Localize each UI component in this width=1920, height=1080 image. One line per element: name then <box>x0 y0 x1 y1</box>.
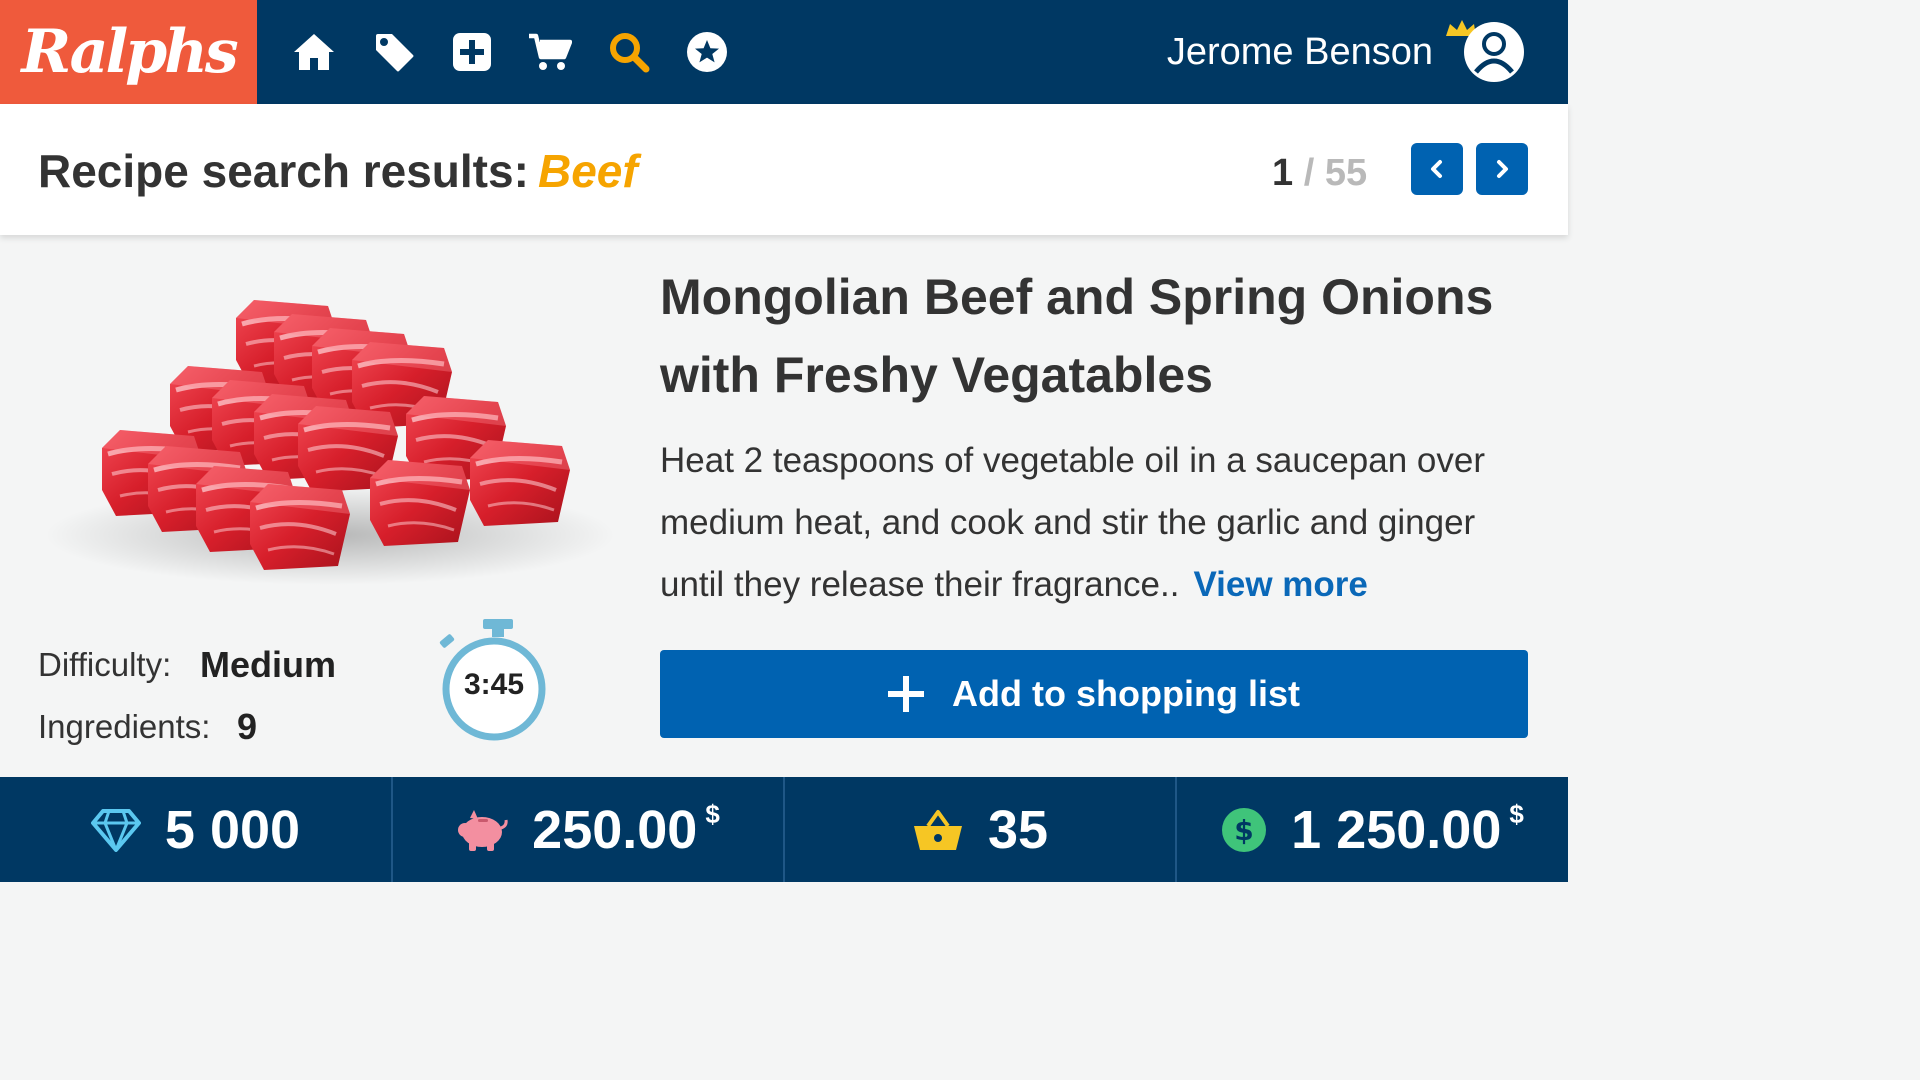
add-icon[interactable] <box>450 30 494 74</box>
view-more-link[interactable]: View more <box>1193 565 1367 604</box>
next-page-button[interactable] <box>1476 143 1528 195</box>
gems-value: 5 000 <box>164 799 301 860</box>
search-icon[interactable] <box>607 30 651 74</box>
chevron-left-icon <box>1431 160 1442 178</box>
basket-icon <box>913 809 962 850</box>
add-to-shopping-list-button[interactable]: Add to shopping list <box>660 650 1528 738</box>
search-results-header: Recipe search results: Beef 1 / 55 <box>0 104 1568 235</box>
user-name[interactable]: Jerome Benson <box>1167 26 1433 78</box>
avatar[interactable] <box>1444 20 1532 84</box>
logo-text: Ralphs <box>21 17 238 87</box>
search-term: Beef <box>538 145 638 197</box>
diamond-icon <box>90 808 141 852</box>
cook-time: 3:45 <box>463 668 525 701</box>
ingredients-label: Ingredients: <box>38 708 211 745</box>
recipe-image[interactable] <box>40 270 620 600</box>
chevron-right-icon <box>1497 160 1508 178</box>
piggy-bank-icon <box>458 809 508 851</box>
svg-text:$: $ <box>1234 814 1253 847</box>
savings-value: 250.00 <box>532 799 698 860</box>
plus-icon <box>888 676 925 712</box>
balance-unit: $ <box>1509 799 1524 829</box>
stats-bar: 5 000 250.00 $ 35 $ 1 250.00 $ <box>0 777 1568 882</box>
page-separator: / <box>1303 152 1315 194</box>
tag-icon[interactable] <box>372 30 416 74</box>
cart-icon[interactable] <box>528 30 572 74</box>
recipe-title: Mongolian Beef and Spring Onions with Fr… <box>660 269 1494 403</box>
savings-unit: $ <box>705 799 720 829</box>
stat-basket: 35 <box>785 777 1175 882</box>
stat-savings: 250.00 $ <box>393 777 783 882</box>
difficulty-label: Difficulty: <box>38 646 172 683</box>
top-bar: Ralphs Jerome Benson <box>0 0 1568 104</box>
difficulty-value: Medium <box>200 644 337 685</box>
star-icon[interactable] <box>685 30 729 74</box>
balance-value: 1 250.00 <box>1291 799 1502 860</box>
add-to-shopping-list-label: Add to shopping list <box>952 673 1300 714</box>
previous-page-button[interactable] <box>1411 143 1463 195</box>
page-current: 1 <box>1272 152 1294 194</box>
stat-balance: $ 1 250.00 $ <box>1177 777 1568 882</box>
home-icon[interactable] <box>292 30 336 74</box>
basket-value: 35 <box>987 799 1049 860</box>
page-total: 55 <box>1324 152 1368 194</box>
recipe-description: Heat 2 teaspoons of vegetable oil in a s… <box>660 430 1540 616</box>
logo[interactable]: Ralphs <box>0 0 257 104</box>
stat-gems: 5 000 <box>0 777 391 882</box>
ingredients-value: 9 <box>237 706 258 747</box>
search-results-label: Recipe search results: <box>38 145 529 197</box>
dollar-coin-icon: $ <box>1222 807 1267 852</box>
page-indicator: 1 / 55 <box>1272 152 1367 195</box>
